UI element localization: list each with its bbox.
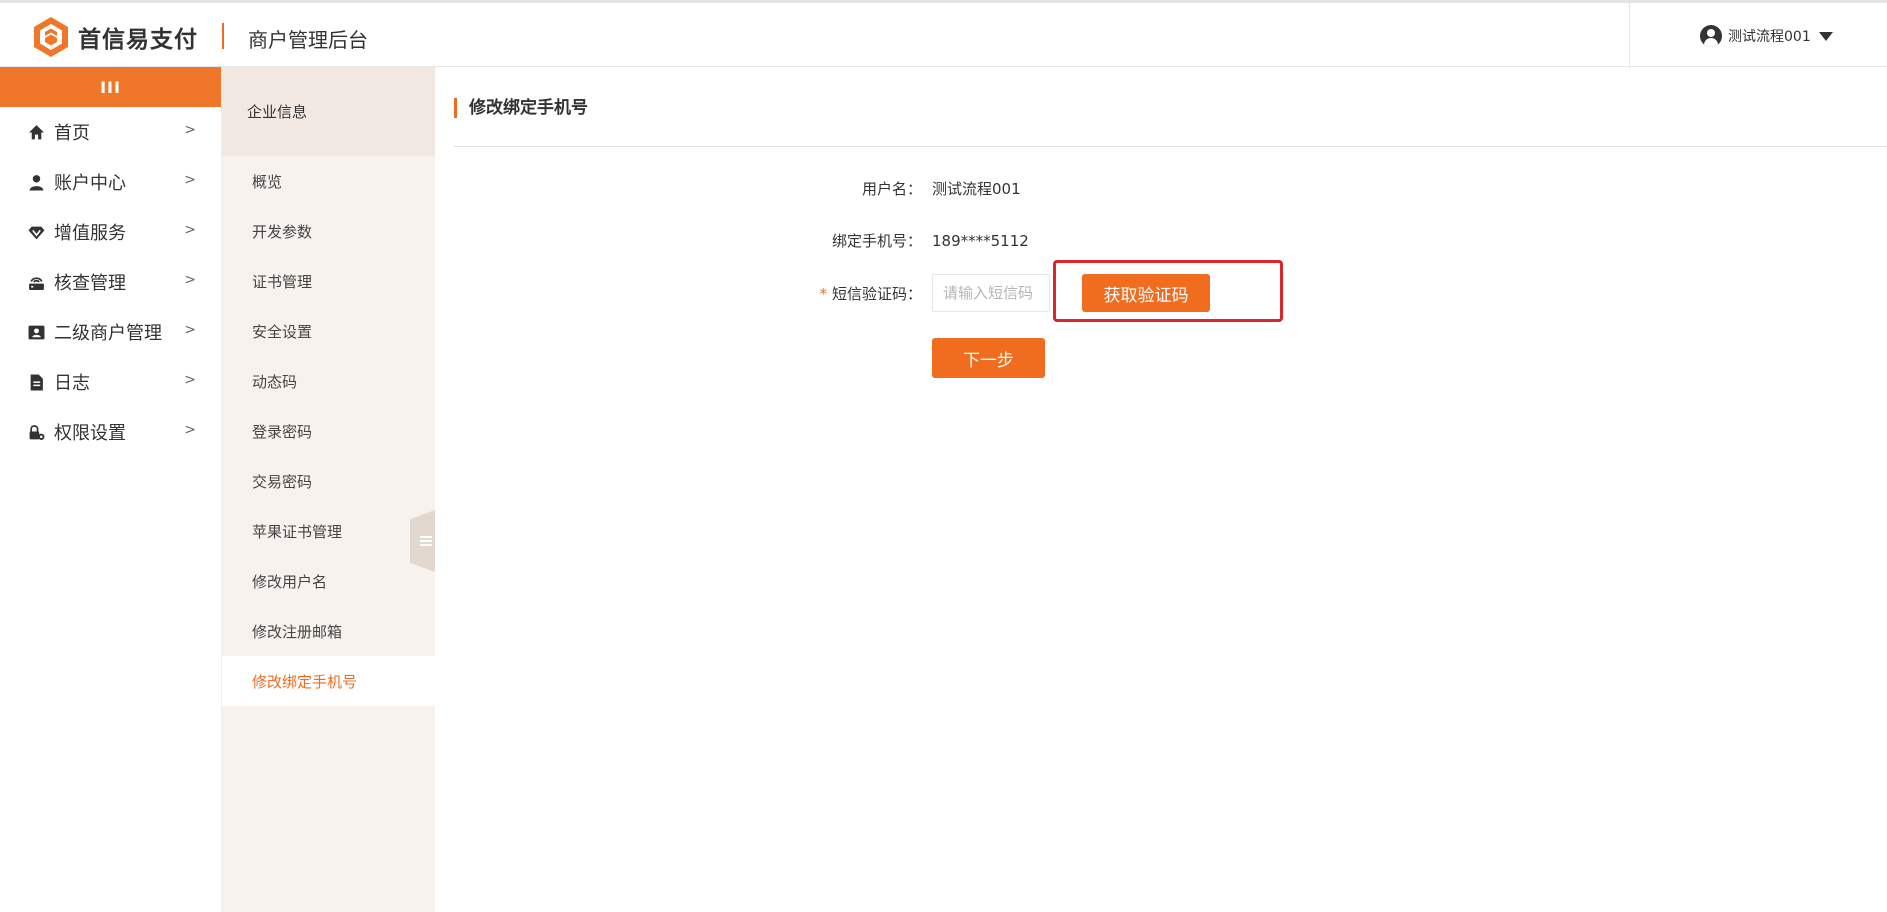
- document-icon: [27, 373, 45, 391]
- required-mark: *: [819, 284, 827, 303]
- sidebar-item-account[interactable]: 账户中心 >: [0, 157, 221, 207]
- sidebar-item-label: 日志: [54, 373, 90, 394]
- subnav-item-dynamic-code[interactable]: 动态码: [222, 356, 435, 406]
- sidebar-item-label: 核查管理: [54, 273, 126, 294]
- sidebar-item-sub-merchant[interactable]: 二级商户管理 >: [0, 307, 221, 357]
- home-icon: [27, 123, 45, 141]
- subnav-header: 企业信息: [222, 67, 435, 156]
- sidebar-item-log[interactable]: 日志 >: [0, 357, 221, 407]
- sms-code-label-wrap: * 短信验证码：: [722, 283, 922, 304]
- phone-value: 189****5112: [932, 231, 1029, 250]
- subnav-item-overview[interactable]: 概览: [222, 156, 435, 206]
- get-verification-code-button[interactable]: 获取验证码: [1082, 274, 1210, 312]
- sms-code-label: 短信验证码：: [831, 284, 922, 303]
- subnav-item-change-email[interactable]: 修改注册邮箱: [222, 606, 435, 656]
- subnav-item-trade-password[interactable]: 交易密码: [222, 456, 435, 506]
- subnav-item-apple-certificates[interactable]: 苹果证书管理: [222, 506, 435, 556]
- lock-gear-icon: [27, 423, 45, 441]
- page-divider: [454, 146, 1887, 147]
- username-value: 测试流程001: [932, 180, 1021, 198]
- sidebar-item-verification[interactable]: 核查管理 >: [0, 257, 221, 307]
- user-avatar-icon: [1700, 25, 1722, 47]
- sidebar-item-home[interactable]: 首页 >: [0, 107, 221, 157]
- main-sidebar: III 首页 > 账户中心 > 增值服务 > 核查管理 > 二级商户管理 > 日…: [0, 67, 222, 912]
- sidebar-item-label: 增值服务: [54, 223, 126, 244]
- user-name: 测试流程001: [1728, 29, 1811, 45]
- sub-navigation: 企业信息 概览 开发参数 证书管理 安全设置 动态码 登录密码 交易密码 苹果证…: [222, 67, 435, 912]
- chevron-right-icon: >: [184, 422, 196, 438]
- subnav-item-dev-params[interactable]: 开发参数: [222, 206, 435, 256]
- chevron-right-icon: >: [184, 322, 196, 338]
- chevron-right-icon: >: [184, 122, 196, 138]
- chevron-right-icon: >: [184, 222, 196, 238]
- next-step-button[interactable]: 下一步: [932, 338, 1045, 378]
- diamond-icon: [27, 223, 45, 241]
- username-label: 用户名：: [861, 180, 922, 198]
- subnav-item-login-password[interactable]: 登录密码: [222, 406, 435, 456]
- chevron-right-icon: >: [184, 272, 196, 288]
- sidebar-item-label: 账户中心: [54, 173, 126, 194]
- caret-down-icon: [1818, 31, 1833, 41]
- brand-name: 首信易支付: [78, 27, 198, 53]
- sidebar-item-value-added[interactable]: 增值服务 >: [0, 207, 221, 257]
- app-title: 商户管理后台: [248, 28, 368, 52]
- chevron-right-icon: >: [184, 172, 196, 188]
- form-row-phone: 绑定手机号： 189****5112: [722, 230, 1029, 251]
- form-row-sms-code: * 短信验证码：: [722, 274, 1050, 312]
- top-header: 首信易支付 商户管理后台 测试流程001: [0, 0, 1887, 69]
- subnav-item-change-username[interactable]: 修改用户名: [222, 556, 435, 606]
- chevron-right-icon: >: [184, 372, 196, 388]
- header-divider: [222, 23, 224, 49]
- form-row-username: 用户名： 测试流程001: [722, 178, 1021, 199]
- subnav-collapse-handle[interactable]: [410, 510, 435, 572]
- sidebar-item-label: 权限设置: [54, 423, 126, 444]
- subnav-item-security[interactable]: 安全设置: [222, 306, 435, 356]
- user-icon: [27, 173, 45, 191]
- subnav-item-certificates[interactable]: 证书管理: [222, 256, 435, 306]
- user-menu[interactable]: 测试流程001: [1700, 25, 1833, 47]
- sidebar-item-permissions[interactable]: 权限设置 >: [0, 407, 221, 457]
- sidebar-item-label: 首页: [54, 123, 90, 144]
- sms-code-input[interactable]: [932, 274, 1050, 312]
- phone-label: 绑定手机号：: [831, 232, 922, 250]
- brand-logo-icon: [34, 17, 68, 57]
- id-card-icon: [27, 323, 45, 341]
- header-right-divider: [1629, 3, 1630, 69]
- page-title: 修改绑定手机号: [454, 98, 588, 118]
- menu-lines-icon: [419, 540, 432, 542]
- subnav-item-change-phone[interactable]: 修改绑定手机号: [222, 656, 435, 706]
- sidebar-collapse-toggle[interactable]: III: [0, 67, 221, 107]
- brand-logo[interactable]: 首信易支付: [32, 16, 198, 58]
- router-icon: [27, 273, 45, 291]
- sidebar-item-label: 二级商户管理: [54, 323, 162, 344]
